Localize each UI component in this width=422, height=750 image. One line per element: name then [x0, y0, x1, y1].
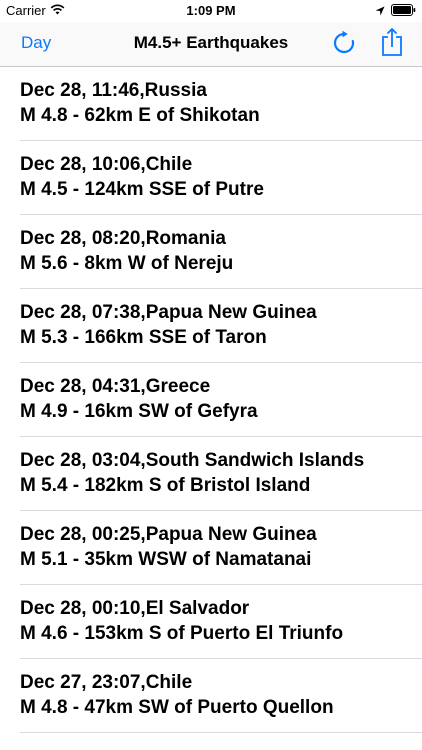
list-item[interactable]: Dec 28, 07:38,Papua New Guinea M 5.3 - 1… — [0, 289, 422, 363]
list-item[interactable]: Dec 27, 23:07,Chile M 4.8 - 47km SW of P… — [0, 659, 422, 733]
list-item[interactable]: Dec 28, 03:04,South Sandwich Islands M 5… — [0, 437, 422, 511]
list-item[interactable]: Dec 28, 00:10,El Salvador M 4.6 - 153km … — [0, 585, 422, 659]
quake-magnitude-place: M 4.8 - 47km SW of Puerto Quellon — [20, 697, 334, 718]
status-bar: Carrier 1:09 PM — [0, 0, 422, 22]
list-item[interactable]: Dec 28, 10:06,Chile M 4.5 - 124km SSE of… — [0, 141, 422, 215]
quake-magnitude-place: M 5.1 - 35km WSW of Namatanai — [20, 549, 312, 570]
quake-time-location: Dec 28, 04:31,Greece — [20, 376, 211, 397]
quake-magnitude-place: M 5.3 - 166km SSE of Taron — [20, 327, 267, 348]
location-icon — [375, 4, 385, 19]
quake-time-location: Dec 27, 23:07,Chile — [20, 672, 193, 693]
list-item[interactable]: Dec 28, 04:31,Greece M 4.9 - 16km SW of … — [0, 363, 422, 437]
quake-magnitude-place: M 4.9 - 16km SW of Gefyra — [20, 401, 258, 422]
refresh-icon[interactable] — [331, 30, 357, 56]
quake-time-location: Dec 28, 10:06,Chile — [20, 154, 193, 175]
navigation-bar: Day M4.5+ Earthquakes — [0, 22, 422, 67]
quake-time-location: Dec 28, 00:10,El Salvador — [20, 598, 250, 619]
quake-time-location: Dec 28, 08:20,Romania — [20, 228, 226, 249]
quake-magnitude-place: M 4.8 - 62km E of Shikotan — [20, 105, 260, 126]
page-title: M4.5+ Earthquakes — [133, 33, 289, 52]
quake-time-location: Dec 28, 00:25,Papua New Guinea — [20, 524, 317, 545]
battery-icon — [391, 4, 416, 19]
quake-time-location: Dec 28, 11:46,Russia — [20, 80, 207, 101]
quake-magnitude-place: M 4.5 - 124km SSE of Putre — [20, 179, 264, 200]
quake-time-location: Dec 28, 07:38,Papua New Guinea — [20, 302, 317, 323]
status-right — [375, 4, 416, 19]
quake-magnitude-place: M 5.6 - 8km W of Nereju — [20, 253, 234, 274]
quake-magnitude-place: M 5.4 - 182km S of Bristol Island — [20, 475, 311, 496]
quake-time-location: Dec 28, 03:04,South Sandwich Islands — [20, 450, 365, 471]
share-icon[interactable] — [381, 27, 403, 57]
list-item[interactable]: Dec 28, 00:25,Papua New Guinea M 5.1 - 3… — [0, 511, 422, 585]
list-item[interactable]: Dec 28, 08:20,Romania M 5.6 - 8km W of N… — [0, 215, 422, 289]
status-time: 1:09 PM — [186, 3, 236, 18]
list-item[interactable]: Dec 28, 11:46,Russia M 4.8 - 62km E of S… — [0, 67, 422, 141]
quake-magnitude-place: M 4.6 - 153km S of Puerto El Triunfo — [20, 623, 344, 644]
earthquake-list: Dec 28, 11:46,Russia M 4.8 - 62km E of S… — [0, 67, 422, 733]
